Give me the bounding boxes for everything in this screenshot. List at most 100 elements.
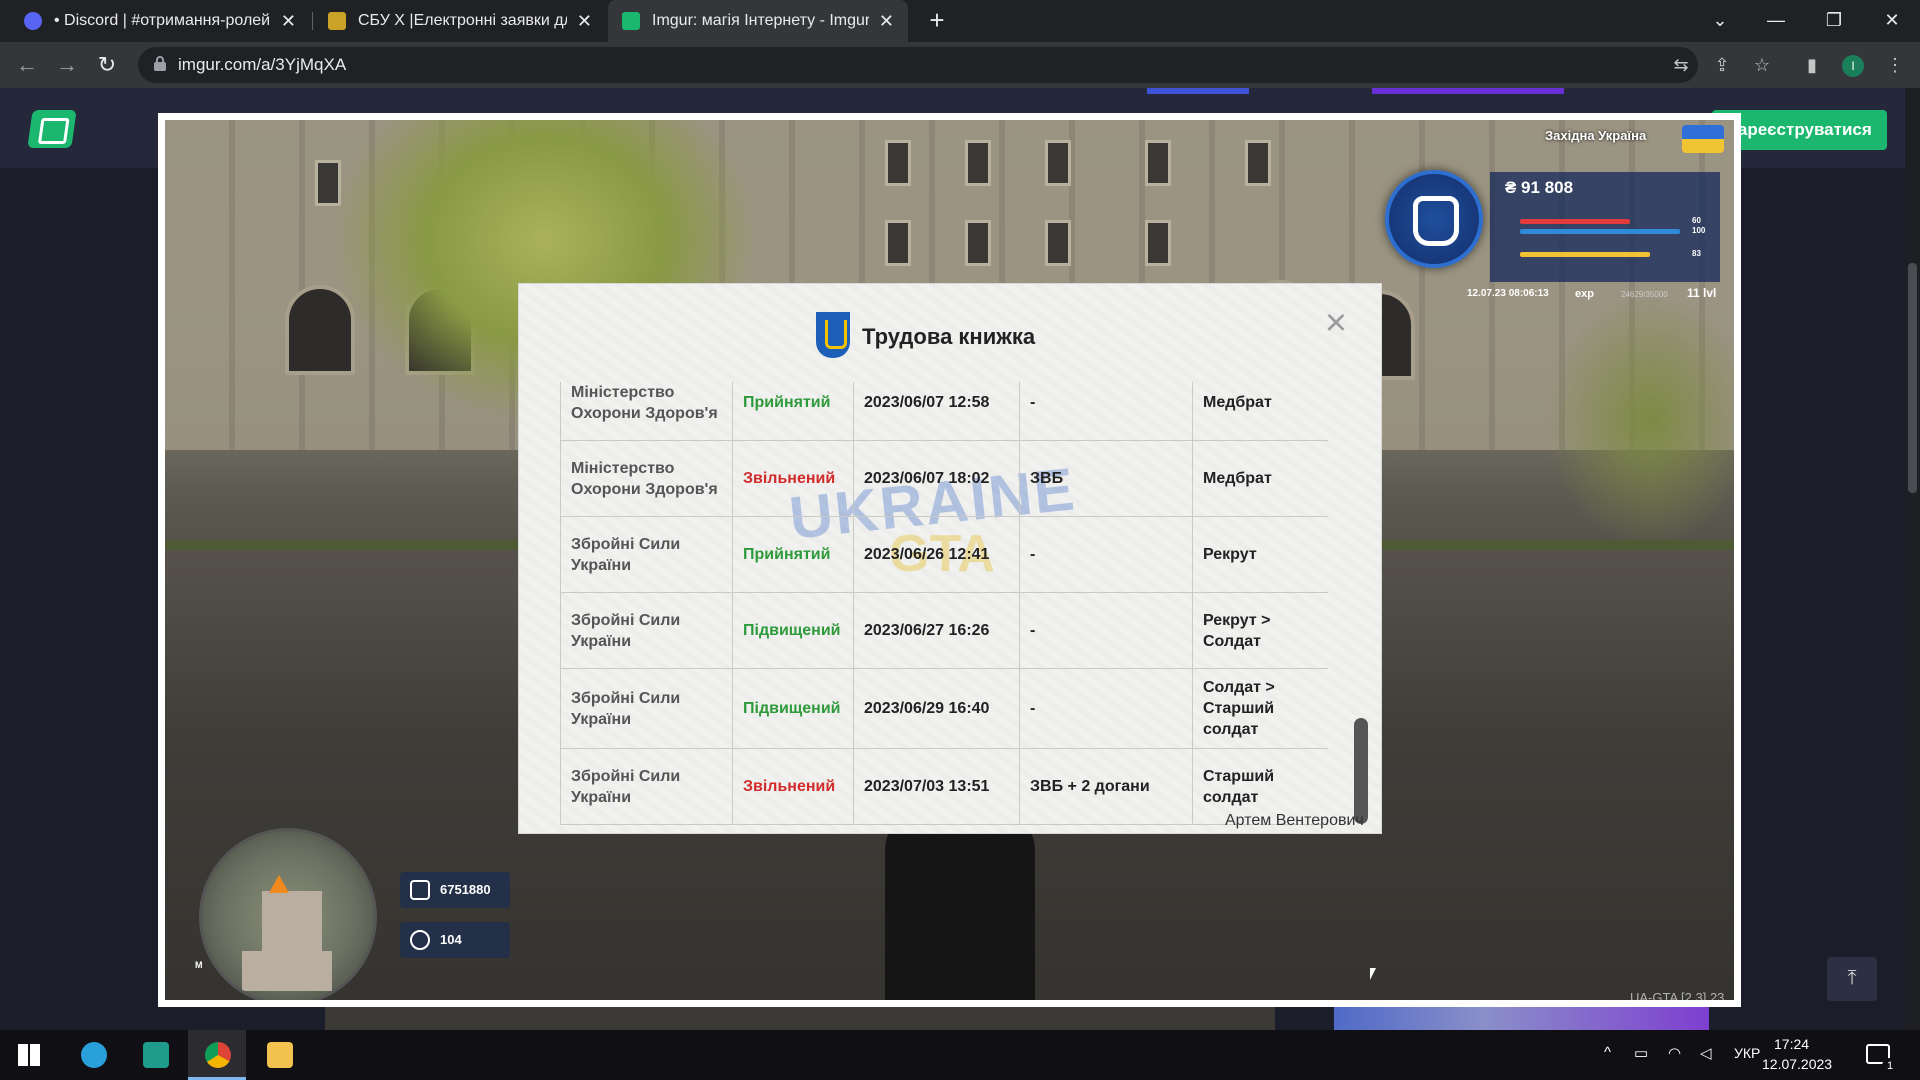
employment-table: Міністерство Охорони Здоров'я Прийнятий 20… — [560, 382, 1328, 825]
promo-banner[interactable] — [1334, 1006, 1709, 1030]
hud-count-value: 104 — [440, 932, 462, 947]
clock-time[interactable]: 17:24 — [1774, 1036, 1809, 1052]
tab-imgur[interactable]: Imgur: магія Інтернету - Imgur ✕ — [608, 0, 908, 42]
page-scrollbar[interactable] — [1905, 88, 1920, 1030]
menu-icon[interactable]: ⋮ — [1880, 50, 1910, 80]
health-value: 60 — [1692, 216, 1701, 225]
table-row: Збройні Сили України Звільнений 2023/07/03… — [560, 748, 1328, 825]
org-cell: Міністерство Охорони Здоров'я — [560, 382, 733, 441]
language-indicator[interactable]: УКР — [1734, 1045, 1760, 1061]
hunger-value: 83 — [1692, 249, 1701, 258]
reason-cell: - — [1019, 516, 1193, 593]
hud-exp-label: exp — [1575, 288, 1594, 300]
reason-cell: - — [1019, 592, 1193, 669]
bookmark-star-icon[interactable]: ☆ — [1747, 50, 1777, 80]
address-bar[interactable]: imgur.com/a/3YjMqXA — [138, 47, 1698, 83]
back-icon[interactable]: ← — [12, 50, 42, 80]
player-arrow-icon — [269, 875, 289, 893]
chrome-icon[interactable] — [188, 1030, 246, 1080]
position-cell: Медбрат — [1192, 440, 1328, 517]
table-row: Збройні Сили України Підвищений 2023/06/29… — [560, 668, 1328, 749]
header-nav-pill[interactable] — [1147, 88, 1249, 94]
imgur-icon — [622, 12, 640, 30]
forward-icon[interactable]: → — [52, 50, 82, 80]
tab-separator — [312, 12, 313, 30]
org-cell: Міністерство Охорони Здоров'я — [560, 440, 733, 517]
window — [1245, 140, 1271, 186]
side-panel-icon[interactable]: ▮ — [1797, 50, 1827, 80]
profile-avatar[interactable]: I — [1842, 55, 1864, 77]
dialog-scrollbar[interactable] — [1354, 718, 1368, 824]
game-screenshot: Західна Україна ₴ 91 808 60 100 83 12.07… — [158, 113, 1741, 1007]
employment-table-viewport[interactable]: Міністерство Охорони Здоров'я Прийнятий 20… — [560, 382, 1328, 826]
hud-money: ₴ 91 808 — [1505, 178, 1574, 197]
window — [1045, 140, 1071, 186]
employment-record-dialog: Трудова книжка × UKRAINE GTA Міністерств… — [518, 283, 1382, 834]
scrollbar-thumb[interactable] — [1908, 263, 1917, 493]
armor-bar — [1520, 229, 1680, 234]
restore-icon[interactable]: ❐ — [1806, 0, 1862, 42]
new-tab-button[interactable]: + — [922, 6, 952, 36]
org-cell: Збройні Сили України — [560, 668, 733, 749]
share-icon[interactable]: ⇪ — [1707, 50, 1737, 80]
close-icon[interactable]: × — [1319, 304, 1353, 342]
minimize-icon[interactable]: — — [1748, 0, 1804, 42]
tab-search-icon[interactable]: ⌄ — [1692, 0, 1748, 42]
datetime-cell: 2023/06/07 12:58 — [853, 382, 1020, 441]
notification-badge: 1 — [1882, 1058, 1898, 1074]
lock-icon[interactable] — [154, 56, 166, 71]
hud-id-chip: 6751880 — [400, 872, 510, 908]
start-icon[interactable] — [0, 1030, 58, 1080]
discord-icon — [24, 12, 42, 30]
wifi-icon[interactable]: ◠ — [1668, 1044, 1681, 1062]
telegram-icon[interactable] — [64, 1030, 122, 1080]
window — [965, 220, 991, 266]
volume-icon[interactable]: ◁ — [1700, 1044, 1712, 1062]
tree — [1545, 290, 1734, 550]
window — [965, 140, 991, 186]
window — [1045, 220, 1071, 266]
dialog-title: Трудова книжка — [862, 324, 1036, 349]
hud-count-chip: 104 — [400, 922, 510, 958]
browser-toolbar: ← → ↻ imgur.com/a/3YjMqXA ⇆ ⇪ ☆ ▮ I ⋮ — [0, 42, 1920, 88]
hunger-bar — [1520, 252, 1650, 257]
datetime-cell: 2023/06/07 18:02 — [853, 440, 1020, 517]
tray-chevron-icon[interactable]: ^ — [1604, 1044, 1611, 1061]
scroll-to-top-button[interactable]: ⤒ — [1827, 957, 1877, 1001]
player-character — [885, 810, 1035, 1000]
browser-tab-bar: • Discord | #отримання-ролей | ✕ СБУ X |… — [0, 0, 1920, 42]
close-icon[interactable]: ✕ — [577, 11, 592, 32]
header-nav-pill[interactable] — [1372, 88, 1564, 94]
hud-timestamp: 12.07.23 08:06:13 — [1467, 288, 1549, 299]
health-bar — [1520, 219, 1630, 224]
game-version-watermark: UA-GTA [2.3] 23 — [1630, 990, 1725, 1005]
next-image-preview[interactable] — [325, 1006, 1275, 1030]
id-scan-icon — [410, 880, 430, 900]
clock-date[interactable]: 12.07.2023 — [1762, 1056, 1832, 1072]
tab-discord[interactable]: • Discord | #отримання-ролей | ✕ — [10, 0, 310, 42]
window-close-icon[interactable]: ✕ — [1864, 0, 1920, 42]
window — [885, 220, 911, 266]
imgur-logo[interactable] — [27, 110, 77, 148]
trident-icon — [816, 312, 850, 358]
datetime-cell: 2023/06/29 16:40 — [853, 668, 1020, 749]
close-icon[interactable]: ✕ — [879, 11, 894, 32]
imgur-page: Зареєструватися Західна Україна ₴ 91 808… — [0, 88, 1905, 1030]
battery-icon[interactable]: ▭ — [1634, 1044, 1648, 1062]
code-editor-icon[interactable] — [126, 1030, 184, 1080]
reason-cell: - — [1019, 382, 1193, 441]
reason-cell: - — [1019, 668, 1193, 749]
status-cell: Підвищений — [732, 592, 854, 669]
status-cell: Підвищений — [732, 668, 854, 749]
hud-id-value: 6751880 — [440, 882, 491, 897]
tab-title: СБУ X |Електронні заявки для вс — [358, 12, 567, 29]
url-text[interactable]: imgur.com/a/3YjMqXA — [178, 55, 346, 75]
close-icon[interactable]: ✕ — [281, 11, 296, 32]
window — [1145, 220, 1171, 266]
reload-icon[interactable]: ↻ — [92, 50, 122, 80]
tab-sbu[interactable]: СБУ X |Електронні заявки для вс ✕ — [314, 0, 606, 42]
translate-icon[interactable]: ⇆ — [1666, 50, 1696, 80]
windows-taskbar: ^ ▭ ◠ ◁ УКР 17:24 12.07.2023 1 — [0, 1030, 1920, 1080]
datetime-cell: 2023/06/26 12:41 — [853, 516, 1020, 593]
file-explorer-icon[interactable] — [250, 1030, 308, 1080]
